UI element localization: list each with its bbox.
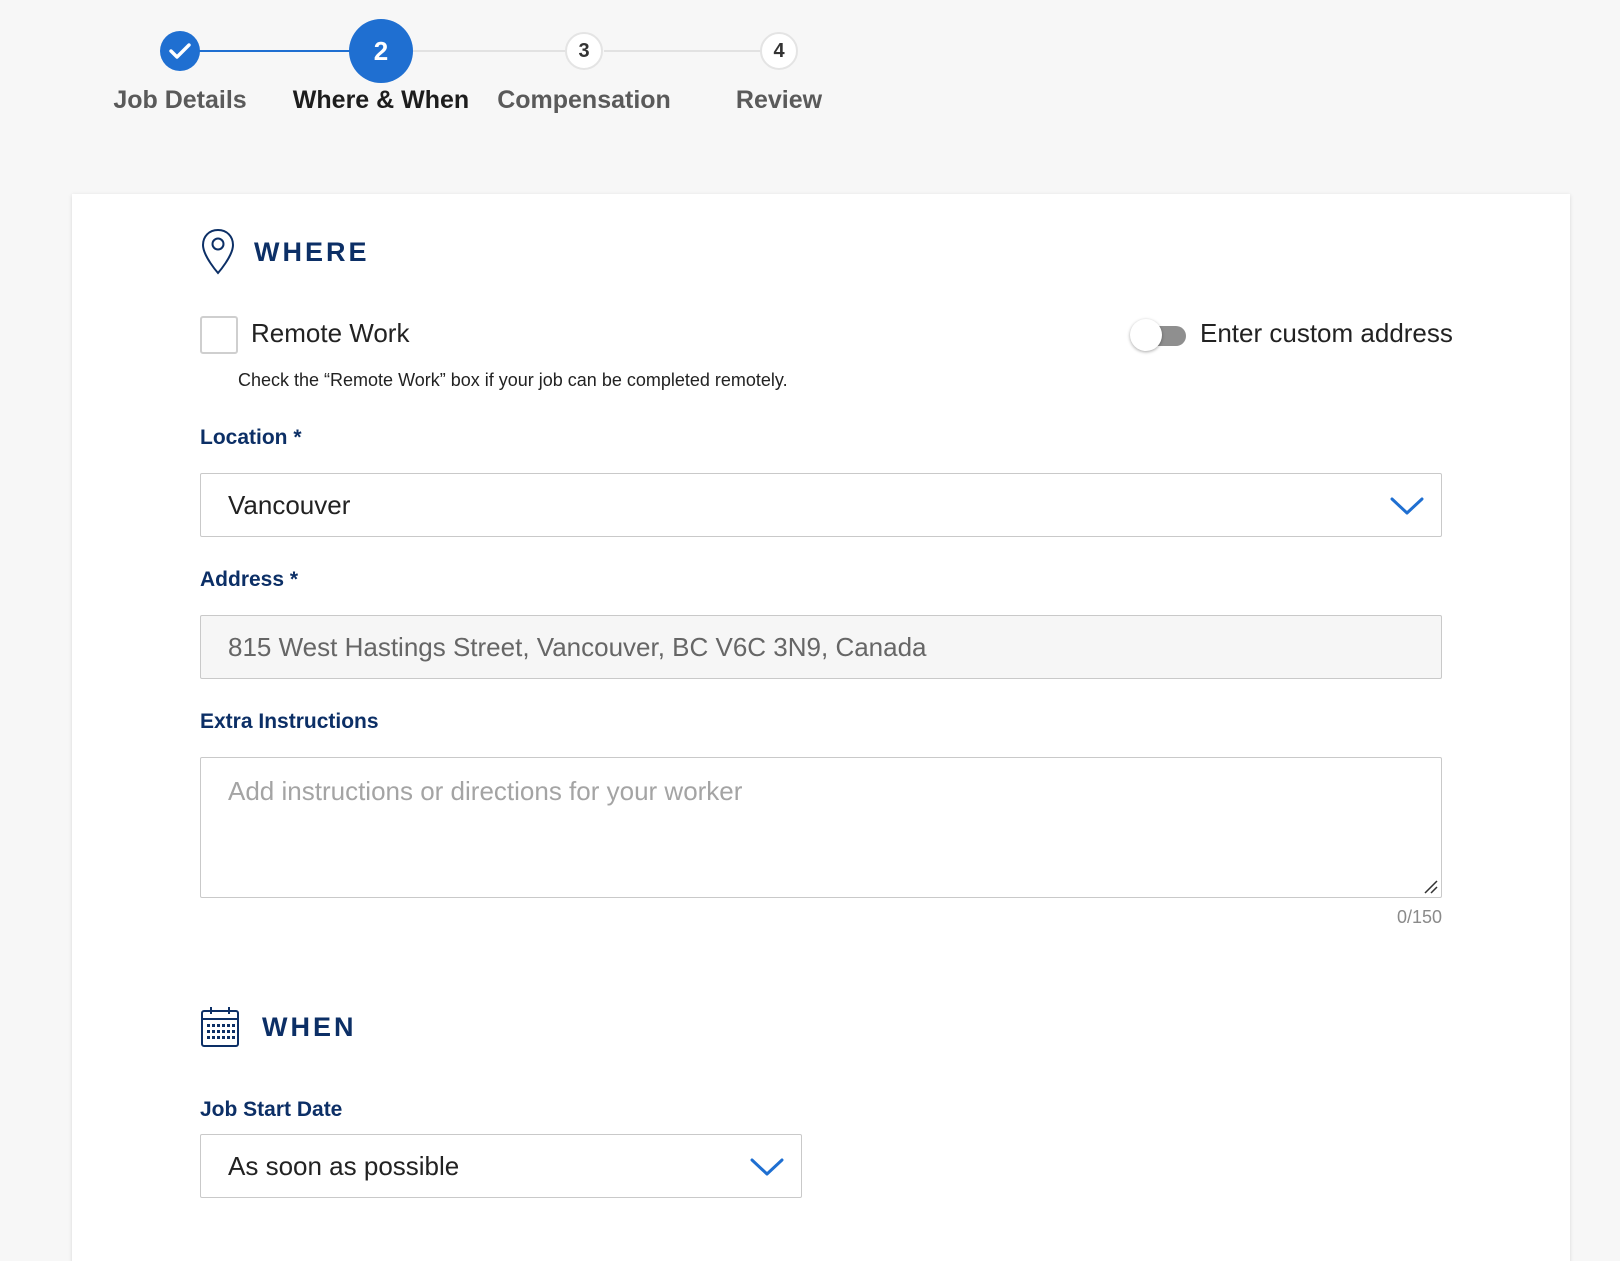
location-value: Vancouver — [228, 489, 351, 520]
job-start-date-label: Job Start Date — [200, 1098, 343, 1121]
remote-work-label[interactable]: Remote Work — [251, 318, 409, 349]
location-label: Location * — [200, 426, 302, 449]
remote-work-help-text: Check the “Remote Work” box if your job … — [238, 370, 788, 390]
when-title: WHEN — [262, 1011, 357, 1042]
step-3-label[interactable]: Compensation — [497, 86, 671, 115]
where-title: WHERE — [254, 236, 370, 267]
custom-address-toggle[interactable] — [1130, 319, 1186, 351]
character-counter: 0/150 — [1396, 907, 1442, 927]
step-3-circle[interactable]: 3 — [565, 32, 603, 70]
address-field[interactable]: 815 West Hastings Street, Vancouver, BC … — [200, 615, 1442, 679]
progress-stepper: Job Details 2 Where & When 3 Compensatio… — [0, 0, 900, 130]
step-2-label[interactable]: Where & When — [293, 86, 469, 115]
chevron-down-icon — [1390, 497, 1424, 515]
remote-work-checkbox[interactable] — [200, 316, 238, 354]
extra-instructions-label: Extra Instructions — [200, 710, 379, 733]
job-start-date-value: As soon as possible — [228, 1150, 460, 1181]
where-section-header: WHERE — [200, 228, 370, 276]
resize-handle-icon[interactable] — [1422, 878, 1438, 894]
step-1-label[interactable]: Job Details — [113, 86, 246, 115]
step-4-label[interactable]: Review — [736, 86, 822, 115]
checkmark-icon — [169, 43, 191, 59]
chevron-down-icon — [750, 1158, 784, 1176]
step-4-circle[interactable]: 4 — [760, 32, 798, 70]
step-1-complete[interactable] — [160, 31, 200, 71]
location-pin-icon — [201, 228, 235, 275]
custom-address-label[interactable]: Enter custom address — [1200, 318, 1453, 349]
address-label: Address * — [200, 568, 299, 591]
calendar-icon — [201, 1007, 239, 1047]
location-select[interactable]: Vancouver — [200, 473, 1442, 537]
when-section-header: WHEN — [200, 1006, 357, 1048]
step-connector-3 — [604, 50, 778, 52]
step-2-current[interactable]: 2 — [349, 19, 413, 83]
step-connector-2 — [410, 50, 588, 52]
address-value: 815 West Hastings Street, Vancouver, BC … — [228, 631, 927, 662]
job-start-date-select[interactable]: As soon as possible — [200, 1134, 802, 1198]
extra-instructions-textarea[interactable]: Add instructions or directions for your … — [200, 757, 1442, 898]
toggle-knob — [1130, 319, 1162, 351]
extra-instructions-placeholder: Add instructions or directions for your … — [228, 776, 743, 806]
where-when-card: WHERE Remote Work Check the “Remote Work… — [72, 194, 1570, 1261]
